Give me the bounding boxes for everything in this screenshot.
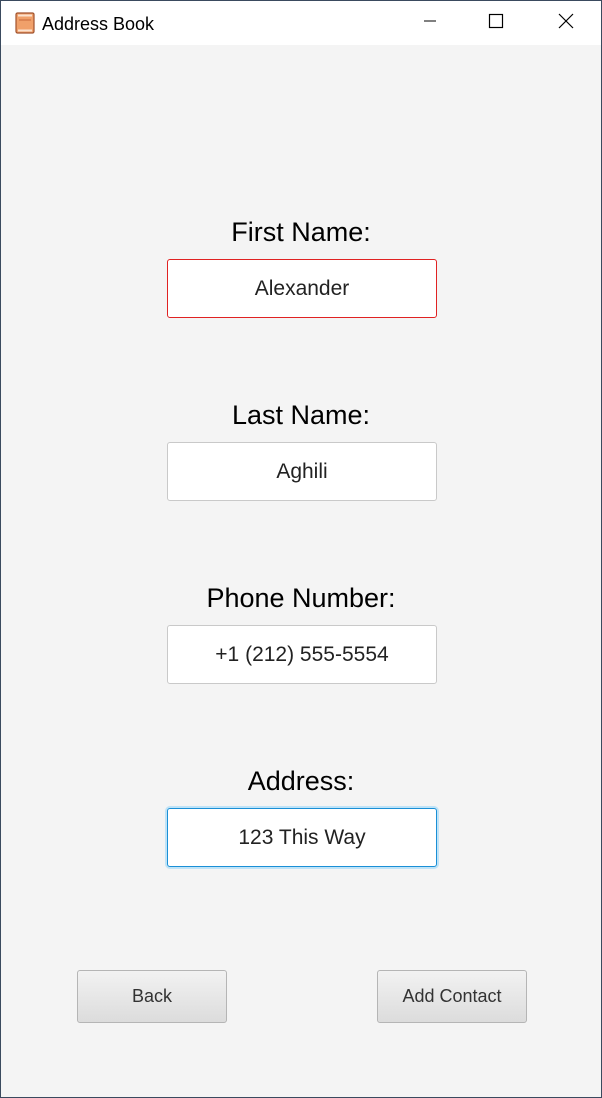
phone-number-field[interactable] (167, 625, 437, 684)
window-title: Address Book (42, 14, 155, 34)
address-book-icon (15, 12, 35, 34)
maximize-icon (488, 13, 504, 34)
contact-form: First Name: Last Name: Phone Number: Add… (1, 45, 601, 1097)
last-name-field[interactable] (167, 442, 437, 501)
title-bar[interactable]: Address Book (1, 1, 601, 45)
minimize-icon (423, 14, 437, 33)
first-name-label: First Name: (231, 217, 371, 247)
phone-number-label: Phone Number: (206, 583, 396, 613)
address-field[interactable] (167, 808, 437, 867)
last-name-label: Last Name: (231, 400, 371, 430)
maximize-button[interactable] (461, 1, 531, 45)
close-icon (558, 13, 574, 34)
back-button[interactable]: Back (77, 970, 227, 1023)
minimize-button[interactable] (395, 1, 465, 45)
address-book-window: Address Book First Name: Last Name: P (0, 0, 602, 1098)
close-button[interactable] (531, 1, 601, 45)
add-contact-button[interactable]: Add Contact (377, 970, 527, 1023)
address-label: Address: (247, 766, 355, 796)
first-name-field[interactable] (167, 259, 437, 318)
